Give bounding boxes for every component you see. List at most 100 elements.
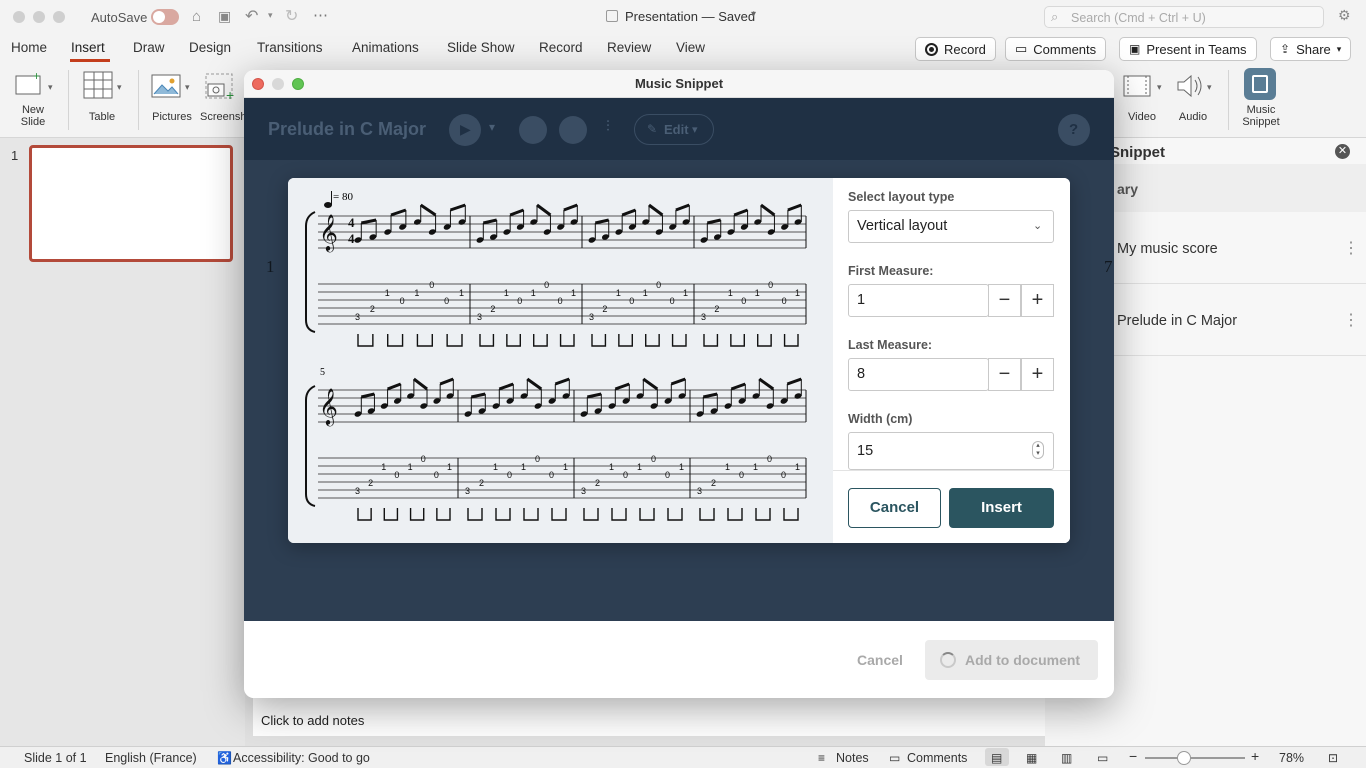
record-button[interactable]: Record — [915, 37, 996, 61]
audio-dropdown-icon[interactable]: ▾ — [1207, 82, 1212, 93]
zoom-in-button[interactable]: + — [1251, 748, 1259, 764]
notes-button[interactable]: Notes — [836, 751, 869, 765]
system-bracket — [305, 211, 316, 333]
tab-fret-number: 0 — [656, 280, 661, 290]
video-dropdown-icon[interactable]: ▾ — [1157, 82, 1162, 93]
undo-icon[interactable]: ↶ — [245, 6, 258, 26]
tab-draw[interactable]: Draw — [133, 40, 165, 55]
last-measure-input[interactable]: 8 — [848, 358, 989, 391]
first-measure-input[interactable]: 1 — [848, 284, 989, 317]
mixer-icon[interactable]: ⫶ — [606, 118, 610, 135]
add-to-document-button[interactable]: Add to document — [925, 640, 1098, 680]
tab-record[interactable]: Record — [539, 40, 583, 55]
video-button[interactable]: Video — [1120, 70, 1164, 132]
tab-slide-show[interactable]: Slide Show — [447, 40, 515, 55]
audio-button[interactable]: Audio — [1170, 70, 1214, 132]
settings-icon[interactable]: ⚙ — [1338, 7, 1351, 24]
minimize-window-button[interactable] — [33, 11, 45, 23]
tab-design[interactable]: Design — [189, 40, 231, 55]
dialog-close-button[interactable] — [252, 78, 264, 90]
close-window-button[interactable] — [13, 11, 25, 23]
ribbon-divider — [68, 70, 69, 130]
tab-rhythm — [639, 508, 655, 521]
document-title[interactable]: Presentation — Saved — [625, 9, 755, 24]
new-slide-button[interactable]: + New Slide — [8, 70, 58, 132]
last-measure-increment-button[interactable]: + — [1021, 358, 1054, 391]
play-dropdown-icon[interactable]: ▾ — [489, 120, 495, 134]
insert-button[interactable]: Insert — [949, 488, 1054, 528]
audio-icon — [1177, 74, 1202, 98]
screenshot-button[interactable]: + Screenshot — [200, 70, 244, 132]
music-snippet-label-1: Music — [1246, 104, 1276, 116]
language-status[interactable]: English (France) — [105, 751, 197, 765]
play-button[interactable]: ▶ — [449, 114, 481, 146]
footer-cancel-button[interactable]: Cancel — [857, 652, 903, 668]
close-pane-icon[interactable]: ✕ — [1335, 144, 1350, 159]
search-box[interactable]: ⌕ Search (Cmd + Ctrl + U) — [1044, 6, 1324, 28]
slide-thumbnail[interactable] — [29, 145, 233, 262]
tab-home[interactable]: Home — [11, 40, 47, 55]
beam — [733, 208, 749, 217]
table-dropdown-icon[interactable]: ▾ — [117, 82, 122, 93]
width-input[interactable]: 15 ▴ ▾ — [848, 432, 1054, 470]
width-stepper-icon[interactable]: ▴ ▾ — [1032, 441, 1044, 459]
redo-icon[interactable]: ↻ — [285, 6, 298, 26]
more-icon[interactable]: ⋯ — [313, 6, 328, 24]
reading-view-icon[interactable]: ▥ — [1061, 751, 1072, 765]
teams-icon: ▣ — [1129, 42, 1141, 56]
popup-cancel-button[interactable]: Cancel — [848, 488, 941, 528]
music-snippet-button[interactable]: Music Snippet — [1236, 68, 1286, 134]
share-button[interactable]: ⇪ Share ▾ — [1270, 37, 1352, 61]
dialog-zoom-button[interactable] — [292, 78, 304, 90]
comments-status-button[interactable]: Comments — [907, 751, 967, 765]
tab-animations[interactable]: Animations — [352, 40, 419, 55]
metronome-icon[interactable] — [519, 116, 547, 144]
table-button[interactable]: Table — [80, 70, 128, 132]
zoom-window-button[interactable] — [53, 11, 65, 23]
zoom-level[interactable]: 78% — [1279, 751, 1304, 765]
more-options-icon[interactable]: ⋮ — [1343, 310, 1359, 330]
layout-type-select[interactable]: Vertical layout ⌄ — [848, 210, 1054, 243]
volume-icon[interactable] — [559, 116, 587, 144]
home-icon[interactable]: ⌂ — [192, 8, 201, 25]
zoom-out-button[interactable]: − — [1129, 748, 1137, 764]
treble-clef: 𝄞 — [319, 387, 338, 426]
edit-button[interactable]: ✎ Edit ▾ — [634, 114, 714, 145]
tab-rhythm — [671, 334, 687, 347]
tab-transitions[interactable]: Transitions — [257, 40, 323, 55]
autosave-label: AutoSave — [91, 10, 148, 25]
save-icon[interactable]: ▣ — [218, 8, 231, 25]
first-measure-decrement-button[interactable]: − — [988, 284, 1021, 317]
notes-icon: ≡ — [818, 751, 826, 765]
tab-rhythm — [523, 508, 539, 521]
accessibility-status[interactable]: Accessibility: Good to go — [233, 751, 370, 765]
undo-dropdown-icon[interactable]: ▾ — [268, 10, 273, 21]
pictures-button[interactable]: Pictures — [148, 70, 198, 132]
tab-fret-number: 0 — [544, 280, 549, 290]
presenter-view-icon[interactable]: ▭ — [1097, 751, 1108, 765]
new-slide-dropdown-icon[interactable]: ▾ — [48, 82, 53, 93]
tab-insert[interactable]: Insert — [71, 40, 105, 55]
first-measure-increment-button[interactable]: + — [1021, 284, 1054, 317]
beam — [786, 377, 802, 386]
help-button[interactable]: ? — [1058, 114, 1090, 146]
notes-area[interactable]: Click to add notes — [253, 696, 1045, 736]
tab-fret-number: 1 — [381, 462, 386, 472]
tab-rhythm — [479, 334, 495, 347]
fit-slide-icon[interactable]: ⊡ — [1328, 751, 1338, 765]
autosave-toggle[interactable] — [151, 9, 179, 25]
tab-view[interactable]: View — [676, 40, 705, 55]
last-measure-decrement-button[interactable]: − — [988, 358, 1021, 391]
more-options-icon[interactable]: ⋮ — [1343, 238, 1359, 258]
slide-sorter-icon[interactable]: ▦ — [1026, 751, 1037, 765]
present-in-teams-button[interactable]: ▣ Present in Teams — [1119, 37, 1257, 61]
tab-fret-number: 3 — [589, 312, 594, 322]
zoom-slider-thumb[interactable] — [1177, 751, 1191, 765]
tab-fret-number: 1 — [504, 288, 509, 298]
zoom-slider[interactable] — [1145, 757, 1245, 759]
pictures-dropdown-icon[interactable]: ▾ — [185, 82, 190, 93]
dialog-minimize-button[interactable] — [272, 78, 284, 90]
tab-review[interactable]: Review — [607, 40, 651, 55]
comments-button[interactable]: ▭ Comments — [1005, 37, 1107, 61]
title-dropdown-icon[interactable]: ▾ — [751, 9, 756, 20]
